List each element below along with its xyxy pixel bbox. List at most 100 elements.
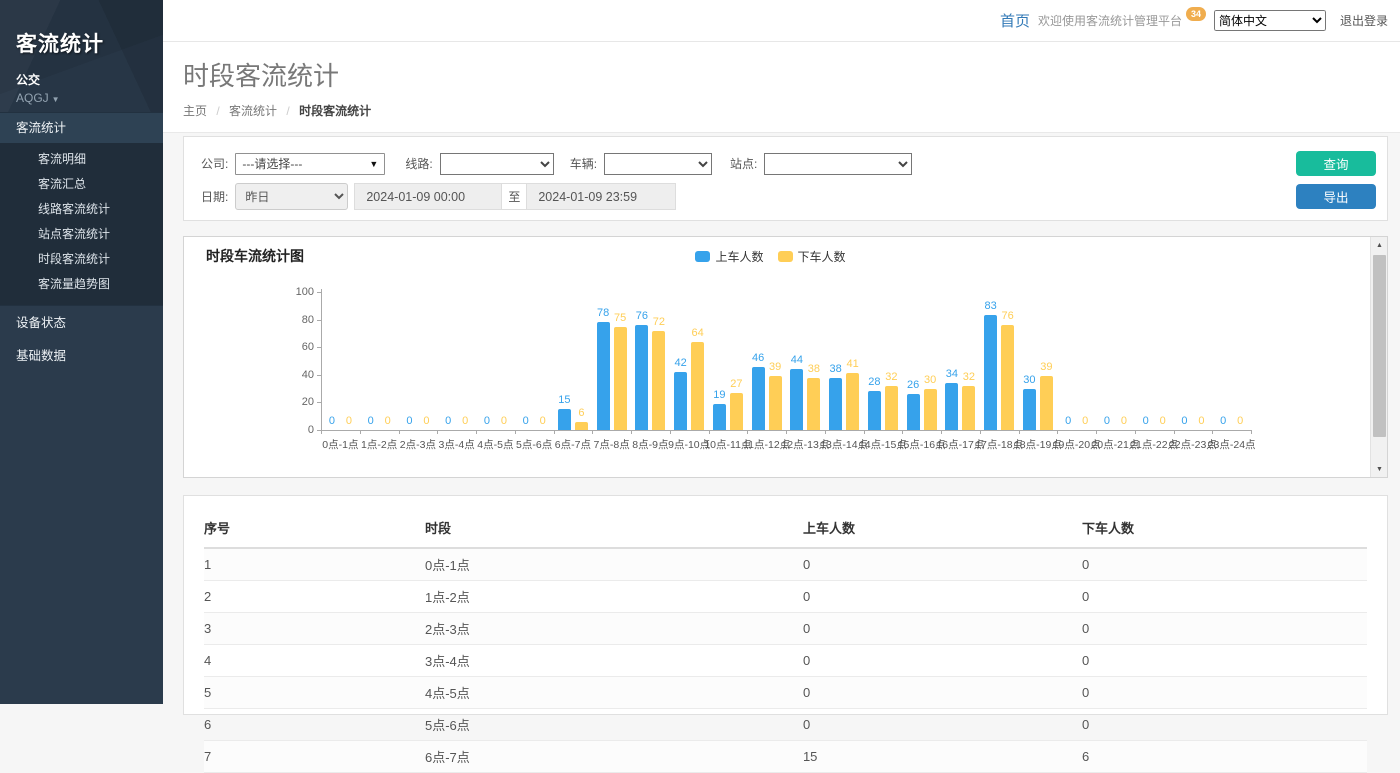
org-account-dropdown[interactable]: AQGJ▼ [16,91,163,105]
bar-value-label: 0 [523,415,529,427]
x-tick [554,430,555,434]
bar[interactable] [829,378,842,430]
bar[interactable] [962,386,975,430]
chevron-down-icon: ▼ [52,95,60,104]
bar[interactable] [635,325,648,430]
scrollbar-thumb[interactable] [1373,255,1386,437]
filter-buttons: 查询 导出 [1296,151,1376,209]
x-axis-label: 3点-4点 [439,437,475,452]
bar-value-label: 15 [558,394,570,406]
org-account-label: AQGJ [16,91,49,105]
chart-panel: 时段车流统计图 上车人数 下车人数 020406080100000点-1点001… [183,236,1388,478]
scroll-down-icon[interactable]: ▼ [1371,461,1388,477]
station-label: 站点: [730,155,757,172]
bar-value-label: 0 [1181,415,1187,427]
x-axis-label: 0点-1点 [322,437,358,452]
x-tick [670,430,671,434]
x-tick [1174,430,1175,434]
logout-link[interactable]: 退出登录 [1340,12,1388,29]
export-button[interactable]: 导出 [1296,184,1376,209]
col-header-period: 时段 [425,509,803,548]
y-tick [317,292,321,293]
breadcrumb-mid[interactable]: 客流统计 [229,104,277,118]
bar-value-label: 0 [1082,415,1088,427]
filter-row-1: 公司: ---请选择--- ▼ 线路: 车辆: 站点: [201,150,1387,177]
bar-value-label: 75 [614,312,626,324]
bar[interactable] [713,404,726,430]
main-area: 首页 欢迎使用客流统计管理平台 34 简体中文 退出登录 时段客流统计 主页 /… [163,0,1400,704]
home-link[interactable]: 首页 [1000,10,1030,31]
bar-value-label: 0 [540,415,546,427]
bar[interactable] [1023,389,1036,430]
bar-value-label: 30 [924,374,936,386]
bar[interactable] [924,389,937,430]
notification-badge[interactable]: 34 [1186,7,1206,21]
sidebar-item-passenger-stats[interactable]: 客流统计 [0,112,163,143]
bar[interactable] [558,409,571,430]
breadcrumb-home[interactable]: 主页 [183,104,207,118]
vehicle-select[interactable] [604,153,712,175]
bar-value-label: 34 [946,368,958,380]
bar[interactable] [907,394,920,430]
line-select[interactable] [440,153,554,175]
bar[interactable] [885,386,898,430]
sidebar-item-device-status[interactable]: 设备状态 [0,305,163,339]
bar[interactable] [807,378,820,430]
bar[interactable] [945,383,958,430]
bar[interactable] [614,327,627,431]
date-preset-select[interactable]: 昨日 [235,183,348,210]
y-axis-label: 20 [284,396,314,408]
bar[interactable] [1040,376,1053,430]
bar-value-label: 26 [907,379,919,391]
y-axis-label: 100 [284,286,314,298]
x-tick [902,430,903,434]
company-select[interactable]: ---请选择--- ▼ [235,153,385,175]
table-row: 76点-7点156 [204,741,1367,773]
bar[interactable] [868,391,881,430]
bar-value-label: 64 [692,327,704,339]
bar[interactable] [846,373,859,430]
bar-value-label: 32 [963,371,975,383]
language-select[interactable]: 简体中文 [1214,10,1326,31]
bar[interactable] [1001,325,1014,430]
sidebar-item-station-stats[interactable]: 站点客流统计 [0,222,163,247]
bar[interactable] [984,315,997,430]
bar[interactable] [597,322,610,430]
col-header-alighting: 下车人数 [1082,509,1367,548]
table-row: 10点-1点00 [204,548,1367,581]
bar-value-label: 0 [445,415,451,427]
bar[interactable] [652,331,665,430]
search-button[interactable]: 查询 [1296,151,1376,176]
table-cell: 0 [1082,548,1367,581]
sidebar-item-period-stats[interactable]: 时段客流统计 [0,247,163,272]
content: 公司: ---请选择--- ▼ 线路: 车辆: 站点: 日期: 昨日 2024-… [163,133,1400,715]
chart-scrollbar[interactable]: ▲ ▼ [1370,237,1387,477]
sidebar-item-base-data[interactable]: 基础数据 [0,339,163,373]
top-bar: 首页 欢迎使用客流统计管理平台 34 简体中文 退出登录 [163,0,1400,42]
sidebar-item-passenger-summary[interactable]: 客流汇总 [0,172,163,197]
sidebar-item-trend-chart[interactable]: 客流量趋势图 [0,272,163,297]
date-from-input[interactable]: 2024-01-09 00:00 [354,183,501,210]
bar[interactable] [769,376,782,430]
date-to-input[interactable]: 2024-01-09 23:59 [527,183,676,210]
x-tick [1096,430,1097,434]
sidebar-item-passenger-detail[interactable]: 客流明细 [0,147,163,172]
bar[interactable] [730,393,743,430]
table-cell: 2点-3点 [425,613,803,645]
bar[interactable] [674,372,687,430]
scroll-up-icon[interactable]: ▲ [1371,237,1388,253]
y-tick [317,320,321,321]
table-cell: 6 [204,709,425,741]
x-tick [631,430,632,434]
x-tick [709,430,710,434]
bar[interactable] [691,342,704,430]
x-axis-label: 23点-24点 [1208,437,1256,452]
bar-value-label: 0 [368,415,374,427]
bar[interactable] [752,367,765,430]
bar[interactable] [790,369,803,430]
station-select[interactable] [764,153,912,175]
x-tick [747,430,748,434]
sidebar-item-line-stats[interactable]: 线路客流统计 [0,197,163,222]
x-tick [1251,430,1252,434]
bar[interactable] [575,422,588,430]
